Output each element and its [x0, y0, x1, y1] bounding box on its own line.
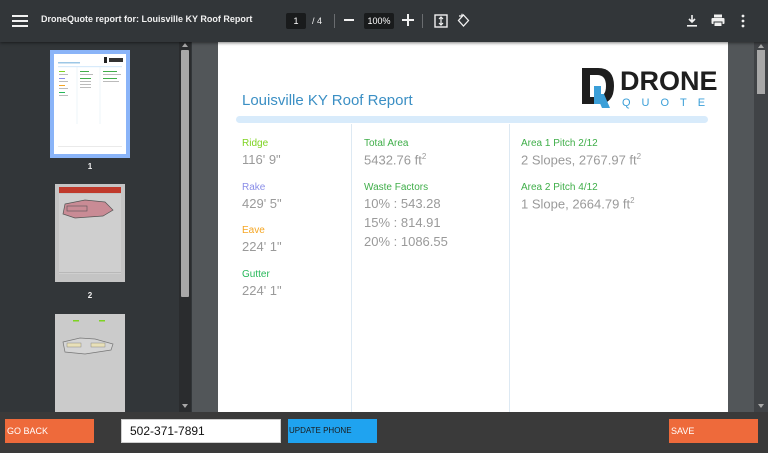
fit-page-icon[interactable] — [434, 14, 448, 28]
update-phone-button[interactable]: UPDATE PHONE — [288, 419, 377, 443]
more-options-icon[interactable] — [740, 14, 746, 28]
waste-factor-row: 20% : 1086.55 — [364, 234, 448, 249]
rotate-icon[interactable] — [456, 13, 471, 28]
print-icon[interactable] — [711, 14, 725, 27]
dronequote-logo: DRONE QUOTE — [578, 64, 718, 116]
page-thumbnail-3[interactable] — [55, 314, 125, 412]
thumbnail-preview — [59, 187, 121, 274]
scroll-up-icon[interactable] — [757, 43, 765, 49]
toolbar-divider — [334, 14, 335, 28]
thumbnail-number: 2 — [87, 291, 93, 300]
page-indicator: 1 / 4 — [286, 13, 322, 29]
logo-text-quote: QUOTE — [622, 97, 717, 109]
zoom-in-icon[interactable] — [402, 14, 414, 26]
current-page-input[interactable]: 1 — [286, 13, 306, 29]
logo-mark-icon — [582, 68, 614, 108]
go-back-button[interactable]: GO BACK — [5, 419, 94, 443]
thumbnail-preview — [62, 320, 114, 355]
download-icon[interactable] — [686, 14, 698, 27]
area-1-pitch-label: Area 1 Pitch 2/12 — [521, 138, 598, 149]
scroll-up-icon[interactable] — [181, 42, 189, 48]
sidebar-scroll-thumb[interactable] — [181, 50, 189, 297]
column-divider — [351, 124, 352, 412]
document-title: DroneQuote report for: Louisville KY Roo… — [41, 14, 253, 24]
save-button[interactable]: SAVE — [669, 419, 758, 443]
ridge-label: Ridge — [242, 138, 269, 149]
zoom-out-icon[interactable] — [344, 19, 354, 21]
phone-input[interactable] — [121, 419, 281, 443]
document-scrollbar[interactable] — [754, 42, 768, 412]
eave-value: 224' 1" — [242, 239, 282, 254]
menu-icon[interactable] — [12, 13, 28, 29]
report-title: Louisville KY Roof Report — [242, 92, 413, 109]
logo-text-drone: DRONE — [620, 66, 718, 96]
thumbnail-sidebar: 1 2 — [0, 42, 192, 412]
page-thumbnail-1[interactable] — [50, 50, 130, 158]
gutter-label: Gutter — [242, 269, 270, 280]
toolbar-divider — [422, 14, 423, 28]
scroll-down-icon[interactable] — [757, 403, 765, 409]
gutter-value: 224' 1" — [242, 283, 282, 298]
area-1-pitch-value: 2 Slopes, 2767.97 ft2 — [521, 152, 642, 168]
thumbnail-number: 1 — [87, 162, 93, 171]
scroll-down-icon[interactable] — [181, 403, 189, 409]
bottom-action-bar — [0, 412, 768, 453]
rake-value: 429' 5" — [242, 196, 282, 211]
page-thumbnail-2[interactable] — [55, 184, 125, 282]
waste-factors-label: Waste Factors — [364, 182, 429, 193]
total-area-label: Total Area — [364, 138, 409, 149]
area-2-pitch-label: Area 2 Pitch 4/12 — [521, 182, 598, 193]
thumbnail-preview — [58, 57, 123, 147]
pdf-toolbar: DroneQuote report for: Louisville KY Roo… — [0, 0, 768, 42]
area-2-pitch-value: 1 Slope, 2664.79 ft2 — [521, 196, 635, 212]
total-area-value: 5432.76 ft2 — [364, 152, 427, 168]
waste-factor-row: 15% : 814.91 — [364, 215, 441, 230]
document-scroll-thumb[interactable] — [757, 50, 765, 94]
waste-factor-row: 10% : 543.28 — [364, 196, 441, 211]
ridge-value: 116' 9" — [242, 152, 281, 167]
title-underline — [236, 116, 708, 123]
rake-label: Rake — [242, 182, 266, 193]
page-total: / 4 — [312, 16, 323, 26]
column-divider — [509, 124, 510, 412]
zoom-level-input[interactable]: 100% — [364, 13, 394, 29]
eave-label: Eave — [242, 225, 265, 236]
report-page: Louisville KY Roof Report DRONE QUOTE Ri… — [218, 42, 728, 412]
